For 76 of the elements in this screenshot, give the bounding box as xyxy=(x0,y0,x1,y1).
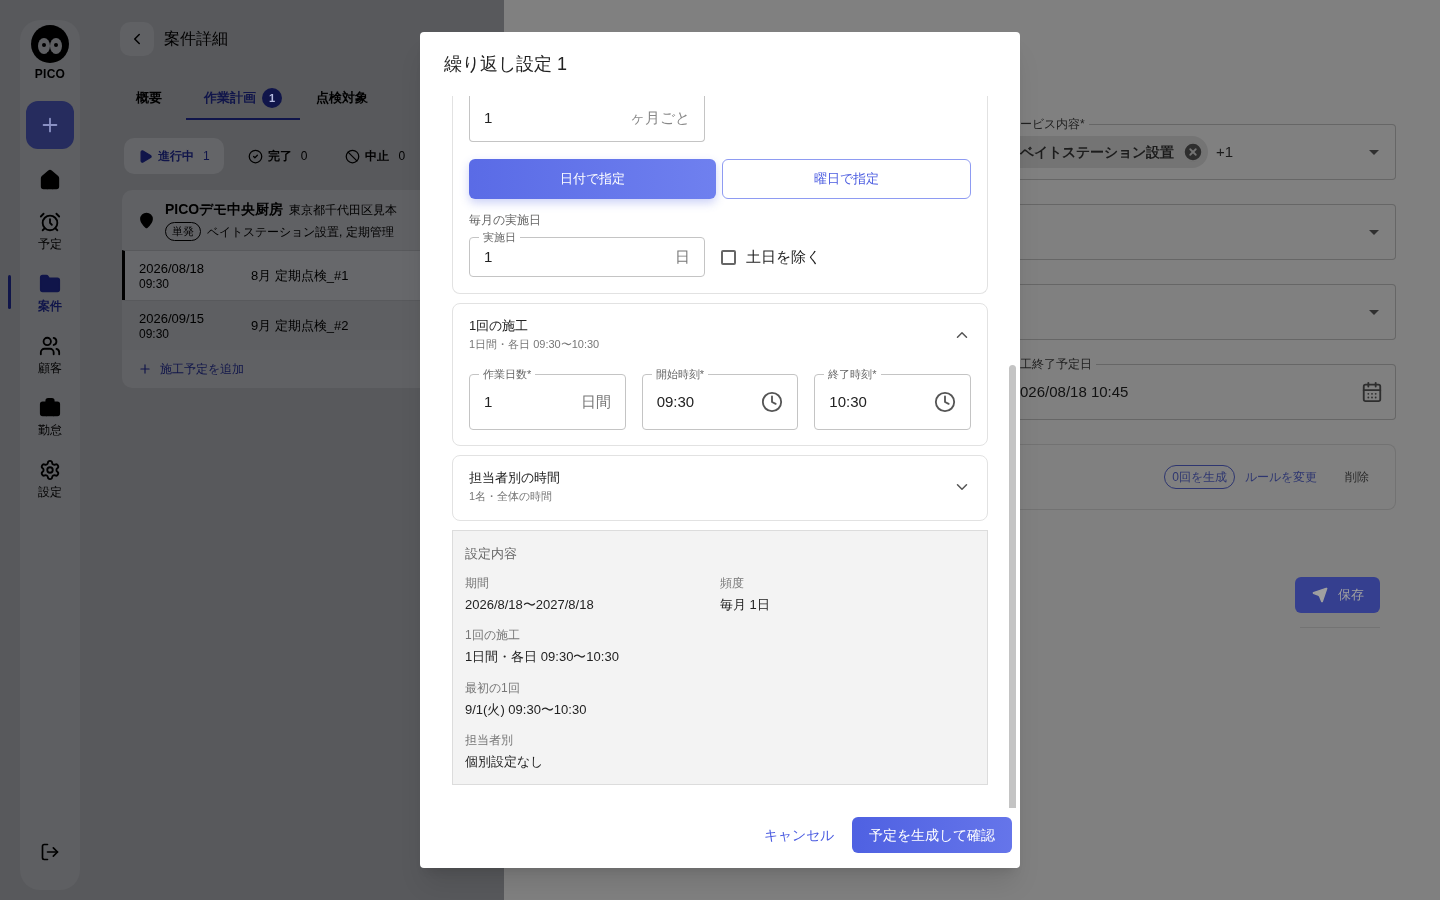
summary-label: 担当者別 xyxy=(465,732,514,749)
send-icon xyxy=(1311,587,1328,603)
clock-icon[interactable] xyxy=(761,391,784,413)
summary-label: 最初の1回 xyxy=(465,679,521,697)
summary-value: 1日間・各日 09:30〜10:30 xyxy=(465,648,620,666)
logout-button[interactable] xyxy=(40,842,60,862)
add-button[interactable] xyxy=(26,101,74,149)
logo-text: PICO xyxy=(34,66,66,83)
mode-toggle[interactable]: 曜日で指定 xyxy=(722,159,971,199)
schedule-time: 09:30 xyxy=(139,326,171,341)
page-title: 案件詳細 xyxy=(164,29,228,49)
check-circle-icon xyxy=(247,148,263,164)
prohibited-icon xyxy=(345,148,361,164)
logout-icon xyxy=(40,842,60,862)
alarm-clock-icon xyxy=(39,211,61,233)
people-icon xyxy=(39,335,61,357)
nav-item[interactable]: 案件 xyxy=(38,273,62,315)
save-button[interactable]: 保存 xyxy=(1295,577,1380,613)
nav-item[interactable]: 顧客 xyxy=(38,335,62,377)
summary-title: 設定内容 xyxy=(465,545,518,563)
summary-value: 2026/8/18〜2027/8/18 xyxy=(465,595,595,614)
schedule-time: 09:30 xyxy=(139,276,171,291)
status-filter[interactable]: 完了 0 xyxy=(233,138,322,174)
home-icon xyxy=(39,169,61,191)
section-header[interactable]: 1回の施工 1日間・各日 09:30〜10:30 xyxy=(469,317,971,353)
site-name: PICOデモ中央厨房 xyxy=(165,200,284,220)
clock-icon[interactable] xyxy=(934,391,956,413)
mode-toggle[interactable]: 日付で指定 xyxy=(469,159,716,199)
section-header[interactable]: 担当者別の時間 1名・全体の時間 xyxy=(469,469,971,505)
summary-value: 個別設定なし xyxy=(465,753,544,771)
nav-item[interactable]: 設定 xyxy=(38,459,62,501)
schedule-date: 2026/09/15 xyxy=(139,310,206,327)
summary-value: 毎月 1日 xyxy=(720,595,771,614)
site-address: 東京都千代田区見本 xyxy=(289,202,398,220)
schedule-title: 8月 定期点検_#1 xyxy=(251,266,349,285)
summary-label: 頻度 xyxy=(720,574,745,592)
schedule-title: 9月 定期点検_#2 xyxy=(251,316,349,335)
tab[interactable]: 作業計画 1 xyxy=(186,78,300,120)
weekend-checkbox[interactable]: 土日を除く xyxy=(721,237,821,277)
dialog-title: 繰り返し設定 1 xyxy=(444,52,567,76)
bag-icon xyxy=(39,397,61,419)
calendar-icon[interactable] xyxy=(1361,381,1383,403)
summary-label: 1回の施工 xyxy=(465,627,521,644)
plus-icon xyxy=(138,362,152,376)
caret-icon xyxy=(1369,229,1379,235)
tab[interactable]: 概要 xyxy=(120,78,178,120)
caret-icon xyxy=(1369,149,1379,155)
delete-button[interactable]: 削除 xyxy=(1345,468,1369,486)
map-pin-icon xyxy=(138,211,155,229)
summary-label: 期間 xyxy=(465,574,490,592)
select-field[interactable] xyxy=(1020,204,1396,260)
status-filter[interactable]: 進行中 1 xyxy=(124,138,224,174)
service-list: ベイトステーション設置, 定期管理 xyxy=(207,222,394,241)
confirm-button[interactable]: 予定を生成して確認 xyxy=(852,817,1012,853)
count-badge: 1 xyxy=(262,88,282,108)
more-count: +1 xyxy=(1216,141,1234,162)
monthly-day-caption: 毎月の実施日 xyxy=(469,212,542,228)
settings-icon xyxy=(39,459,61,481)
penguin-logo-icon xyxy=(30,24,70,64)
interval-field[interactable]: 1 ヶ月ごと xyxy=(469,96,705,142)
nav-item[interactable]: 予定 xyxy=(38,211,62,253)
play-icon xyxy=(138,148,153,164)
status-filter[interactable]: 中止 0 xyxy=(331,138,420,174)
folder-icon xyxy=(39,273,61,295)
caret-icon xyxy=(1369,309,1379,315)
cancel-button[interactable]: キャンセル xyxy=(762,824,836,846)
summary-value: 9/1(火) 09:30〜10:30 xyxy=(465,700,588,719)
change-rule-link[interactable]: ルールを変更 xyxy=(1245,468,1317,486)
add-schedule-link[interactable]: 施工予定を追加 xyxy=(122,350,260,378)
service-chip: ベイトステーション設置 xyxy=(1020,136,1208,168)
remove-chip-icon[interactable] xyxy=(1182,141,1204,163)
tab[interactable]: 点検対象 xyxy=(300,78,384,120)
schedule-date: 2026/08/18 xyxy=(139,260,206,277)
nav-item[interactable] xyxy=(39,169,61,191)
select-field[interactable] xyxy=(1020,284,1396,340)
nav-item[interactable]: 勤怠 xyxy=(38,397,62,439)
